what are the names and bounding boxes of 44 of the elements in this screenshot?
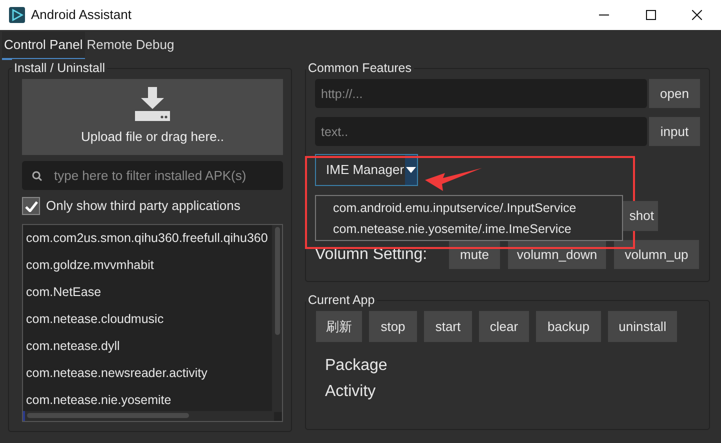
checkbox[interactable] — [22, 197, 40, 215]
app-logo-icon — [9, 7, 25, 23]
window-title: Android Assistant — [31, 6, 132, 24]
app-info-label: Activity — [325, 382, 377, 402]
package-item[interactable]: com.goldze.mvvmhabit — [26, 257, 154, 273]
app-action-button[interactable]: stop — [369, 311, 417, 342]
package-item[interactable]: com.netease.nie.yosemite — [26, 392, 172, 408]
checkbox-label: Only show third party applications — [46, 197, 240, 216]
volume-label: Volumn Setting: — [315, 244, 428, 264]
download-tray-icon — [135, 87, 170, 122]
app-action-button[interactable]: start — [424, 311, 472, 342]
tab[interactable]: Control Panel — [2, 32, 85, 60]
horizontal-scrollbar[interactable] — [23, 411, 274, 421]
upload-label: Upload file or drag here.. — [80, 128, 224, 146]
package-item[interactable]: com.netease.newsreader.activity — [26, 365, 208, 381]
volume-button[interactable]: mute — [449, 240, 500, 269]
text-field[interactable]: text.. — [315, 117, 647, 146]
app-info-label: Package — [325, 356, 388, 376]
ime-dropdown[interactable]: IME Manager — [315, 154, 418, 186]
filter-field[interactable]: type here to filter installed APK(s) — [22, 161, 283, 190]
search-icon — [32, 171, 42, 181]
tab[interactable]: Remote Debug — [84, 32, 176, 60]
app-action-button[interactable]: clear — [479, 311, 529, 342]
volume-button[interactable]: volumn_up — [614, 240, 699, 269]
ime-option[interactable]: com.android.emu.inputservice/.InputService — [333, 199, 576, 220]
package-item[interactable]: com.com2us.smon.qihu360.freefull.qihu360 — [26, 230, 268, 246]
caret-icon — [405, 155, 417, 185]
checkmark-icon — [24, 200, 38, 212]
app-action-button[interactable]: uninstall — [608, 311, 677, 342]
url-field[interactable]: http://... — [315, 79, 647, 108]
open-button[interactable]: open — [649, 79, 700, 108]
vertical-scrollbar[interactable] — [272, 225, 282, 412]
annotation-arrow — [425, 166, 482, 192]
app-action-button[interactable]: 刷新 — [316, 311, 362, 342]
input-button[interactable]: input — [649, 117, 700, 146]
ime-option[interactable]: com.netease.nie.yosemite/.ime.ImeService — [333, 220, 572, 240]
package-item[interactable]: com.netease.dyll — [26, 338, 120, 354]
app-action-button[interactable]: backup — [536, 311, 601, 342]
package-item[interactable]: com.NetEase — [26, 284, 102, 300]
volume-button[interactable]: volumn_down — [508, 240, 606, 269]
close-icon[interactable] — [692, 10, 702, 20]
package-item[interactable]: com.netease.cloudmusic — [26, 311, 164, 327]
maximize-icon[interactable] — [646, 10, 656, 20]
upload-area[interactable]: Upload file or drag here.. — [22, 79, 283, 155]
